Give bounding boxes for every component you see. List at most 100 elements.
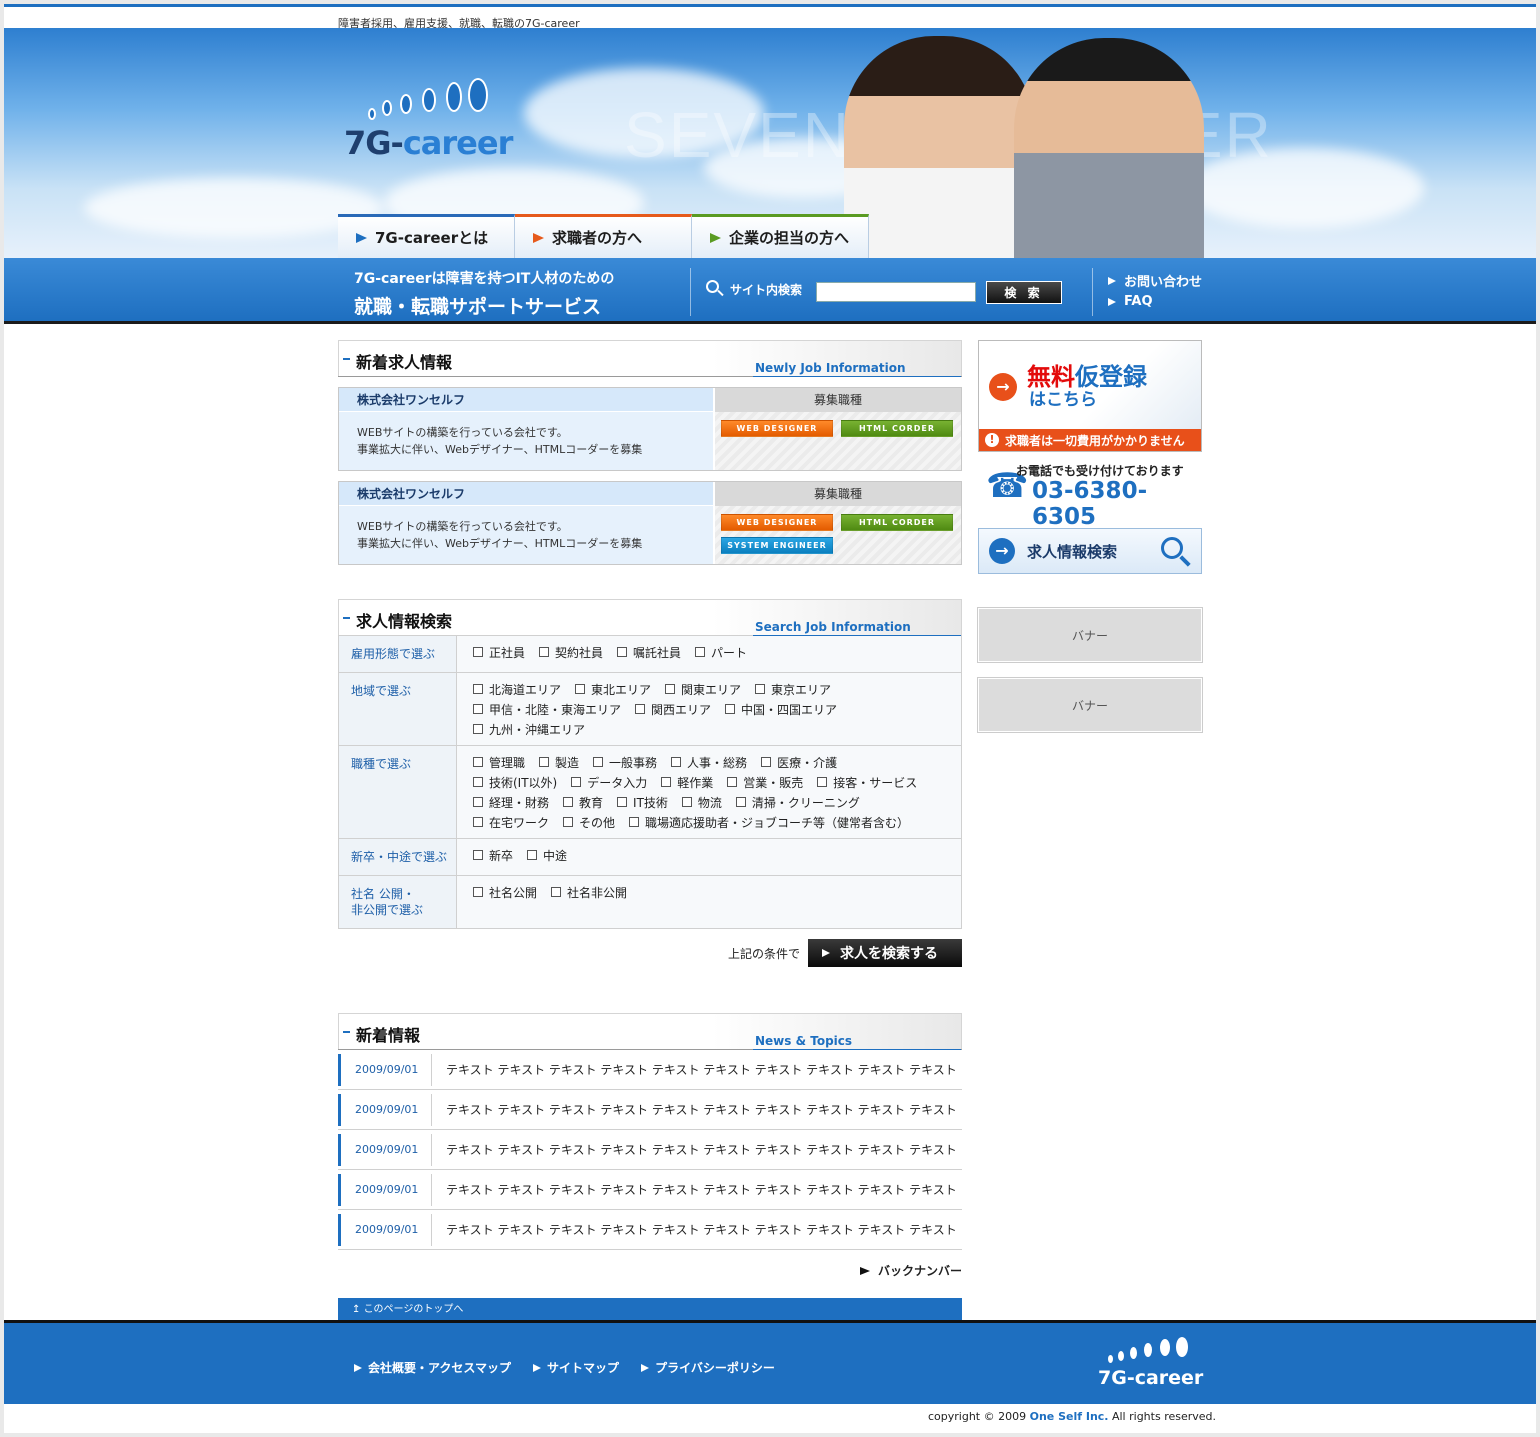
search-option-checkbox[interactable]: 職場適応援助者・ジョブコーチ等（健常者含む）: [629, 814, 909, 831]
search-submit-area: 上記の条件で 求人を検索する: [338, 939, 962, 967]
search-option-checkbox[interactable]: 教育: [563, 794, 603, 811]
arrow-right-icon: [1108, 297, 1116, 306]
news-link[interactable]: テキスト テキスト テキスト テキスト テキスト テキスト テキスト テキスト …: [432, 1061, 957, 1078]
search-option-checkbox[interactable]: 営業・販売: [727, 774, 803, 791]
search-jobs-button[interactable]: 求人を検索する: [808, 939, 962, 967]
free-registration-banner[interactable]: → 無料仮登録 はこちら ! 求職者は一切費用がかかりません: [978, 340, 1202, 452]
banner-placeholder[interactable]: バナー: [977, 607, 1203, 663]
checkbox-icon: [473, 704, 483, 714]
search-option-checkbox[interactable]: 九州・沖縄エリア: [473, 721, 585, 738]
job-company-link[interactable]: 株式会社ワンセルフ: [339, 482, 713, 506]
site-logo[interactable]: 7G-career: [344, 78, 514, 168]
search-option-checkbox[interactable]: 中国・四国エリア: [725, 701, 837, 718]
banner-placeholder[interactable]: バナー: [977, 677, 1203, 733]
job-card: 株式会社ワンセルフ WEBサイトの構築を行っている会社です。 事業拡大に伴い、W…: [338, 481, 962, 565]
search-option-checkbox[interactable]: パート: [695, 644, 747, 661]
copyright: copyright © 2009 One Self Inc. All right…: [928, 1410, 1217, 1423]
tag-html-corder[interactable]: HTML CORDER: [841, 420, 953, 437]
search-option-checkbox[interactable]: その他: [563, 814, 615, 831]
checkbox-icon: [617, 797, 628, 807]
divider: [1092, 268, 1093, 316]
search-option-checkbox[interactable]: 東北エリア: [575, 681, 651, 698]
search-option-checkbox[interactable]: 嘱託社員: [617, 644, 681, 661]
search-option-checkbox[interactable]: 北海道エリア: [473, 681, 561, 698]
search-option-checkbox[interactable]: 一般事務: [593, 754, 657, 771]
tag-web-designer[interactable]: WEB DESIGNER: [721, 514, 833, 531]
checkbox-icon: [661, 777, 672, 787]
news-link[interactable]: テキスト テキスト テキスト テキスト テキスト テキスト テキスト テキスト …: [432, 1141, 957, 1158]
section-title: 新着求人情報: [356, 353, 453, 372]
search-option-checkbox[interactable]: 医療・介護: [761, 754, 837, 771]
job-search-banner[interactable]: → 求人情報検索: [978, 528, 1202, 574]
search-option-checkbox[interactable]: データ入力: [571, 774, 647, 791]
search-option-checkbox[interactable]: 東京エリア: [755, 681, 831, 698]
job-kind-header: 募集職種: [715, 388, 961, 412]
search-row-label: 新卒・中途で選ぶ: [339, 839, 457, 875]
search-option-checkbox[interactable]: 技術(IT以外): [473, 774, 557, 791]
footer-link-company[interactable]: 会社概要・アクセスマップ: [354, 1359, 511, 1376]
tag-system-engineer[interactable]: SYSTEM ENGINEER: [721, 537, 833, 554]
search-option-checkbox[interactable]: 関東エリア: [665, 681, 741, 698]
footer-logo[interactable]: 7G-career: [1098, 1337, 1208, 1393]
search-option-checkbox[interactable]: IT技術: [617, 794, 668, 811]
arrow-right-icon: →: [989, 538, 1015, 564]
search-option-checkbox[interactable]: 新卒: [473, 847, 513, 864]
news-item: 2009/09/01 テキスト テキスト テキスト テキスト テキスト テキスト …: [338, 1050, 962, 1090]
site-search-input[interactable]: [816, 282, 976, 302]
search-option-checkbox[interactable]: 甲信・北陸・東海エリア: [473, 701, 621, 718]
search-row-label: 社名 公開・ 非公開で選ぶ: [339, 876, 457, 928]
search-option-checkbox[interactable]: 軽作業: [661, 774, 713, 791]
news-link[interactable]: テキスト テキスト テキスト テキスト テキスト テキスト テキスト テキスト …: [432, 1221, 957, 1238]
job-description: WEBサイトの構築を行っている会社です。 事業拡大に伴い、Webデザイナー、HT…: [357, 520, 643, 550]
checkbox-icon: [473, 757, 483, 767]
phone-number: 03-6380-6305: [1032, 478, 1148, 530]
arrow-right-icon: [710, 232, 721, 243]
search-option-checkbox[interactable]: 関西エリア: [635, 701, 711, 718]
tag-web-designer[interactable]: WEB DESIGNER: [721, 420, 833, 437]
search-option-checkbox[interactable]: 契約社員: [539, 644, 603, 661]
job-description: WEBサイトの構築を行っている会社です。 事業拡大に伴い、Webデザイナー、HT…: [357, 426, 643, 456]
search-option-checkbox[interactable]: 物流: [681, 794, 722, 811]
page-top-link[interactable]: ↥ このページのトップへ: [338, 1298, 962, 1322]
news-date: 2009/09/01: [338, 1133, 432, 1166]
search-option-checkbox[interactable]: 社名非公開: [551, 884, 627, 901]
tag-html-corder[interactable]: HTML CORDER: [841, 514, 953, 531]
search-option-checkbox[interactable]: 管理職: [473, 754, 525, 771]
backnumber-link[interactable]: バックナンバー: [338, 1262, 962, 1279]
search-option-checkbox[interactable]: 人事・総務: [671, 754, 747, 771]
nav-tab-companies[interactable]: 企業の担当の方へ: [692, 214, 869, 258]
footer-link-privacy[interactable]: プライバシーポリシー: [641, 1359, 775, 1376]
footer-link-sitemap[interactable]: サイトマップ: [533, 1359, 619, 1376]
checkbox-icon: [671, 757, 682, 767]
job-card: 株式会社ワンセルフ WEBサイトの構築を行っている会社です。 事業拡大に伴い、W…: [338, 387, 962, 471]
search-row: 地域で選ぶ 北海道エリア 東北エリア 関東エリア 東京エリア 甲信・北陸・東海エリア 関西エ…: [339, 672, 961, 745]
section-title-en: News & Topics: [755, 1034, 853, 1048]
nav-tab-jobseekers[interactable]: 求職者の方へ: [515, 214, 692, 258]
news-date: 2009/09/01: [338, 1053, 432, 1086]
nav-tab-about[interactable]: 7G-careerとは: [338, 214, 515, 258]
job-company-link[interactable]: 株式会社ワンセルフ: [339, 388, 713, 412]
search-option-checkbox[interactable]: 中途: [527, 847, 567, 864]
search-option-checkbox[interactable]: 清掃・クリーニング: [735, 794, 860, 811]
search-option-checkbox[interactable]: 正社員: [473, 644, 525, 661]
news-link[interactable]: テキスト テキスト テキスト テキスト テキスト テキスト テキスト テキスト …: [432, 1181, 957, 1198]
search-option-checkbox[interactable]: 接客・サービス: [817, 774, 917, 791]
checkbox-icon: [575, 684, 586, 694]
tagline-bar: 障害者採用、雇用支援、就職、転職の7G-career: [4, 4, 1536, 30]
search-option-checkbox[interactable]: 社名公開: [473, 884, 537, 901]
checkbox-icon: [473, 797, 483, 807]
divider: [690, 268, 691, 316]
search-option-checkbox[interactable]: 在宅ワーク: [473, 814, 549, 831]
checkbox-icon: [473, 647, 483, 657]
search-option-checkbox[interactable]: 製造: [539, 754, 579, 771]
checkbox-icon: [635, 704, 646, 714]
news-link[interactable]: テキスト テキスト テキスト テキスト テキスト テキスト テキスト テキスト …: [432, 1101, 957, 1118]
contact-link[interactable]: お問い合わせ: [1108, 270, 1202, 291]
search-section-header: 求人情報検索 Search Job Information: [338, 599, 962, 636]
news-item: 2009/09/01 テキスト テキスト テキスト テキスト テキスト テキスト …: [338, 1090, 962, 1130]
search-option-checkbox[interactable]: 経理・財務: [473, 794, 549, 811]
site-search-button[interactable]: 検 索: [986, 281, 1062, 304]
checkbox-icon: [725, 704, 736, 714]
faq-link[interactable]: FAQ: [1108, 291, 1202, 312]
checkbox-icon: [727, 777, 738, 787]
